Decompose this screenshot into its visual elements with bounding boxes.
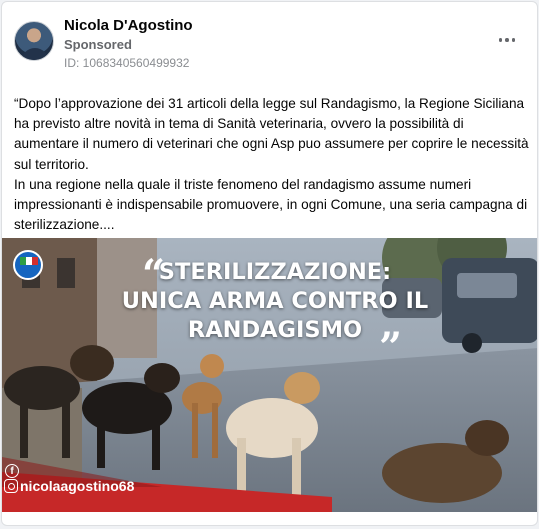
facebook-icon: f [5, 464, 19, 478]
sponsored-label: Sponsored [64, 37, 132, 52]
headline-line-1: STERILIZZAZIONE: [158, 259, 392, 285]
more-horizontal-icon [498, 38, 503, 42]
instagram-handle-line: nicolaagostino68 [4, 478, 134, 494]
author-avatar[interactable] [14, 21, 54, 61]
party-logo [13, 250, 43, 280]
post-text: “Dopo l’approvazione dei 31 articoli del… [14, 96, 529, 233]
post-header: Nicola D'Agostino Sponsored ID: 10683405… [2, 2, 537, 82]
more-options-button[interactable] [495, 28, 519, 52]
quote-close-mark: ” [379, 324, 403, 371]
author-name[interactable]: Nicola D'Agostino [64, 17, 193, 34]
ad-id: ID: 1068340560499932 [64, 56, 190, 70]
sponsored-post-card: Nicola D'Agostino Sponsored ID: 10683405… [1, 1, 538, 526]
headline-line-2: UNICA ARMA CONTRO IL [121, 288, 429, 314]
instagram-handle: nicolaagostino68 [20, 478, 135, 494]
instagram-icon [4, 479, 18, 493]
